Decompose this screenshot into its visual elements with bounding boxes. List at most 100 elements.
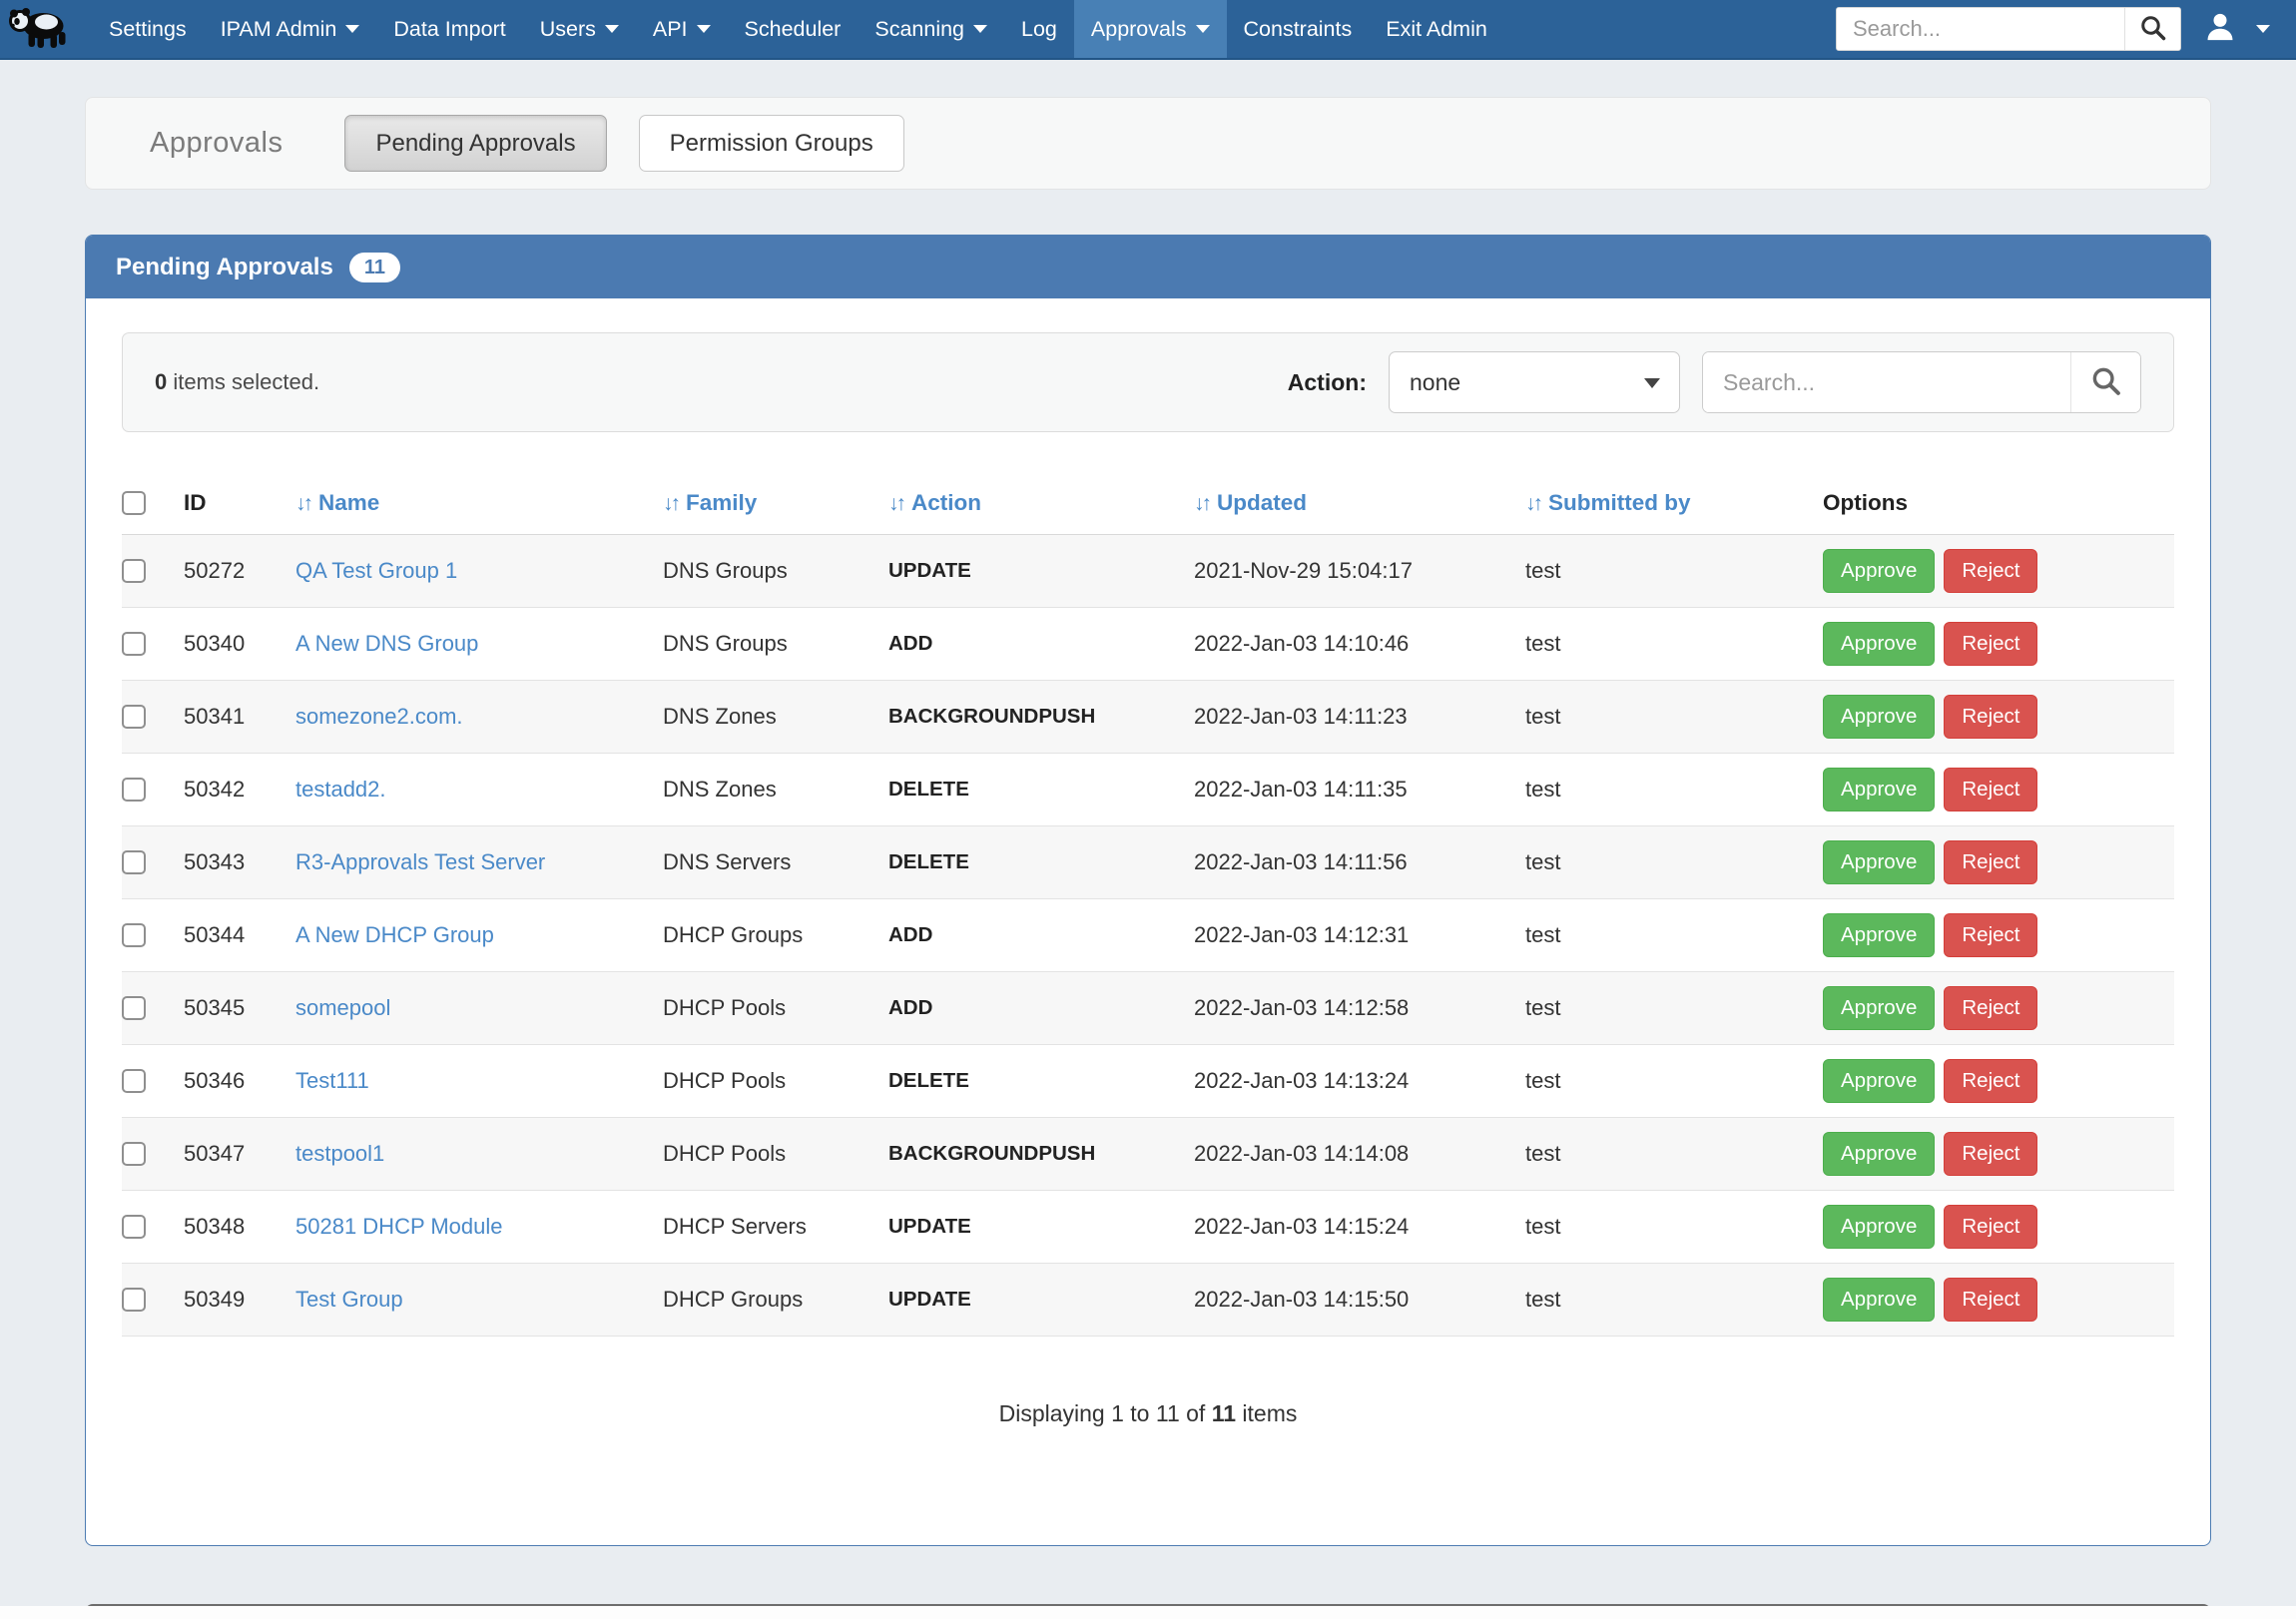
approve-button[interactable]: Approve bbox=[1823, 1059, 1935, 1103]
tab-pending-approvals[interactable]: Pending Approvals bbox=[344, 115, 606, 172]
row-checkbox[interactable] bbox=[122, 923, 146, 947]
column-header-updated[interactable]: ↓↑Updated bbox=[1194, 474, 1525, 535]
reject-button[interactable]: Reject bbox=[1944, 768, 2037, 811]
reject-button[interactable]: Reject bbox=[1944, 1278, 2037, 1322]
row-checkbox[interactable] bbox=[122, 632, 146, 656]
reject-button[interactable]: Reject bbox=[1944, 549, 2037, 593]
row-action: DELETE bbox=[888, 826, 1194, 899]
row-family: DNS Groups bbox=[663, 535, 888, 608]
row-checkbox[interactable] bbox=[122, 559, 146, 583]
row-submitted-by: test bbox=[1525, 535, 1823, 608]
row-name-link[interactable]: testadd2. bbox=[295, 777, 386, 802]
nav-item-ipam-admin[interactable]: IPAM Admin bbox=[204, 0, 377, 58]
column-header-name[interactable]: ↓↑Name bbox=[295, 474, 663, 535]
row-id: 50341 bbox=[184, 681, 295, 754]
sort-icon: ↓↑ bbox=[1525, 492, 1540, 515]
row-updated: 2022-Jan-03 14:11:35 bbox=[1194, 754, 1525, 826]
approvals-header-card: Approvals Pending Approvals Permission G… bbox=[85, 97, 2211, 190]
row-checkbox[interactable] bbox=[122, 705, 146, 729]
row-checkbox[interactable] bbox=[122, 1142, 146, 1166]
row-name-link[interactable]: testpool1 bbox=[295, 1141, 384, 1166]
sort-icon: ↓↑ bbox=[1194, 492, 1209, 515]
table-row: 50342 testadd2. DNS Zones DELETE 2022-Ja… bbox=[122, 754, 2174, 826]
row-name-link[interactable]: somepool bbox=[295, 995, 390, 1020]
reject-button[interactable]: Reject bbox=[1944, 840, 2037, 884]
nav-item-scanning[interactable]: Scanning bbox=[858, 0, 1004, 58]
row-id: 50348 bbox=[184, 1191, 295, 1264]
table-search-input[interactable] bbox=[1703, 352, 2070, 412]
row-updated: 2022-Jan-03 14:14:08 bbox=[1194, 1118, 1525, 1191]
row-checkbox[interactable] bbox=[122, 1215, 146, 1239]
global-search-button[interactable] bbox=[2124, 8, 2180, 50]
caret-down-icon bbox=[697, 25, 711, 33]
row-submitted-by: test bbox=[1525, 972, 1823, 1045]
caret-down-icon bbox=[1196, 25, 1210, 33]
row-name-link[interactable]: A New DNS Group bbox=[295, 631, 478, 656]
nav-item-constraints[interactable]: Constraints bbox=[1227, 0, 1370, 58]
user-menu[interactable] bbox=[2203, 10, 2270, 49]
row-id: 50347 bbox=[184, 1118, 295, 1191]
reject-button[interactable]: Reject bbox=[1944, 1205, 2037, 1249]
nav-item-api[interactable]: API bbox=[636, 0, 728, 58]
approve-button[interactable]: Approve bbox=[1823, 549, 1935, 593]
caret-down-icon bbox=[345, 25, 359, 33]
reject-button[interactable]: Reject bbox=[1944, 913, 2037, 957]
row-checkbox[interactable] bbox=[122, 1288, 146, 1312]
approve-button[interactable]: Approve bbox=[1823, 1132, 1935, 1176]
nav-item-log[interactable]: Log bbox=[1004, 0, 1074, 58]
row-id: 50345 bbox=[184, 972, 295, 1045]
column-header-submitted_by[interactable]: ↓↑Submitted by bbox=[1525, 474, 1823, 535]
approve-button[interactable]: Approve bbox=[1823, 1278, 1935, 1322]
nav-item-scheduler[interactable]: Scheduler bbox=[728, 0, 859, 58]
selected-count: 0 bbox=[155, 369, 167, 394]
reject-button[interactable]: Reject bbox=[1944, 622, 2037, 666]
select-all-header bbox=[122, 474, 184, 535]
sort-icon: ↓↑ bbox=[663, 492, 678, 515]
row-checkbox[interactable] bbox=[122, 850, 146, 874]
column-header-action[interactable]: ↓↑Action bbox=[888, 474, 1194, 535]
table-search bbox=[1702, 351, 2141, 413]
reject-button[interactable]: Reject bbox=[1944, 986, 2037, 1030]
table-row: 50341 somezone2.com. DNS Zones BACKGROUN… bbox=[122, 681, 2174, 754]
nav-item-data-import[interactable]: Data Import bbox=[376, 0, 522, 58]
sort-icon: ↓↑ bbox=[888, 492, 903, 515]
select-all-checkbox[interactable] bbox=[122, 491, 146, 515]
row-checkbox[interactable] bbox=[122, 778, 146, 802]
approve-button[interactable]: Approve bbox=[1823, 695, 1935, 739]
row-action: BACKGROUNDPUSH bbox=[888, 681, 1194, 754]
row-name-link[interactable]: 50281 DHCP Module bbox=[295, 1214, 503, 1239]
column-header-family[interactable]: ↓↑Family bbox=[663, 474, 888, 535]
row-action: DELETE bbox=[888, 1045, 1194, 1118]
tab-permission-groups[interactable]: Permission Groups bbox=[639, 115, 904, 172]
reject-button[interactable]: Reject bbox=[1944, 1059, 2037, 1103]
row-checkbox[interactable] bbox=[122, 996, 146, 1020]
sort-icon: ↓↑ bbox=[295, 492, 310, 515]
row-id: 50343 bbox=[184, 826, 295, 899]
approve-button[interactable]: Approve bbox=[1823, 840, 1935, 884]
reject-button[interactable]: Reject bbox=[1944, 695, 2037, 739]
approve-button[interactable]: Approve bbox=[1823, 768, 1935, 811]
row-name-link[interactable]: A New DHCP Group bbox=[295, 922, 494, 947]
nav-item-exit-admin[interactable]: Exit Admin bbox=[1369, 0, 1504, 58]
row-name-link[interactable]: Test111 bbox=[295, 1068, 369, 1093]
reject-button[interactable]: Reject bbox=[1944, 1132, 2037, 1176]
nav-item-users[interactable]: Users bbox=[523, 0, 636, 58]
top-navbar: Settings IPAM Admin Data Import Users AP… bbox=[0, 0, 2296, 60]
approve-button[interactable]: Approve bbox=[1823, 986, 1935, 1030]
row-name-link[interactable]: QA Test Group 1 bbox=[295, 558, 457, 583]
approve-button[interactable]: Approve bbox=[1823, 622, 1935, 666]
pending-count-badge: 11 bbox=[349, 253, 400, 282]
table-search-button[interactable] bbox=[2070, 352, 2140, 412]
row-id: 50344 bbox=[184, 899, 295, 972]
approve-button[interactable]: Approve bbox=[1823, 913, 1935, 957]
app-logo[interactable] bbox=[0, 0, 78, 58]
row-name-link[interactable]: R3-Approvals Test Server bbox=[295, 849, 545, 874]
action-select[interactable]: none bbox=[1389, 351, 1680, 413]
row-checkbox[interactable] bbox=[122, 1069, 146, 1093]
global-search-input[interactable] bbox=[1837, 8, 2124, 50]
row-name-link[interactable]: Test Group bbox=[295, 1287, 403, 1312]
approve-button[interactable]: Approve bbox=[1823, 1205, 1935, 1249]
row-name-link[interactable]: somezone2.com. bbox=[295, 704, 463, 729]
nav-item-settings[interactable]: Settings bbox=[92, 0, 204, 58]
nav-item-approvals[interactable]: Approvals bbox=[1074, 0, 1227, 58]
